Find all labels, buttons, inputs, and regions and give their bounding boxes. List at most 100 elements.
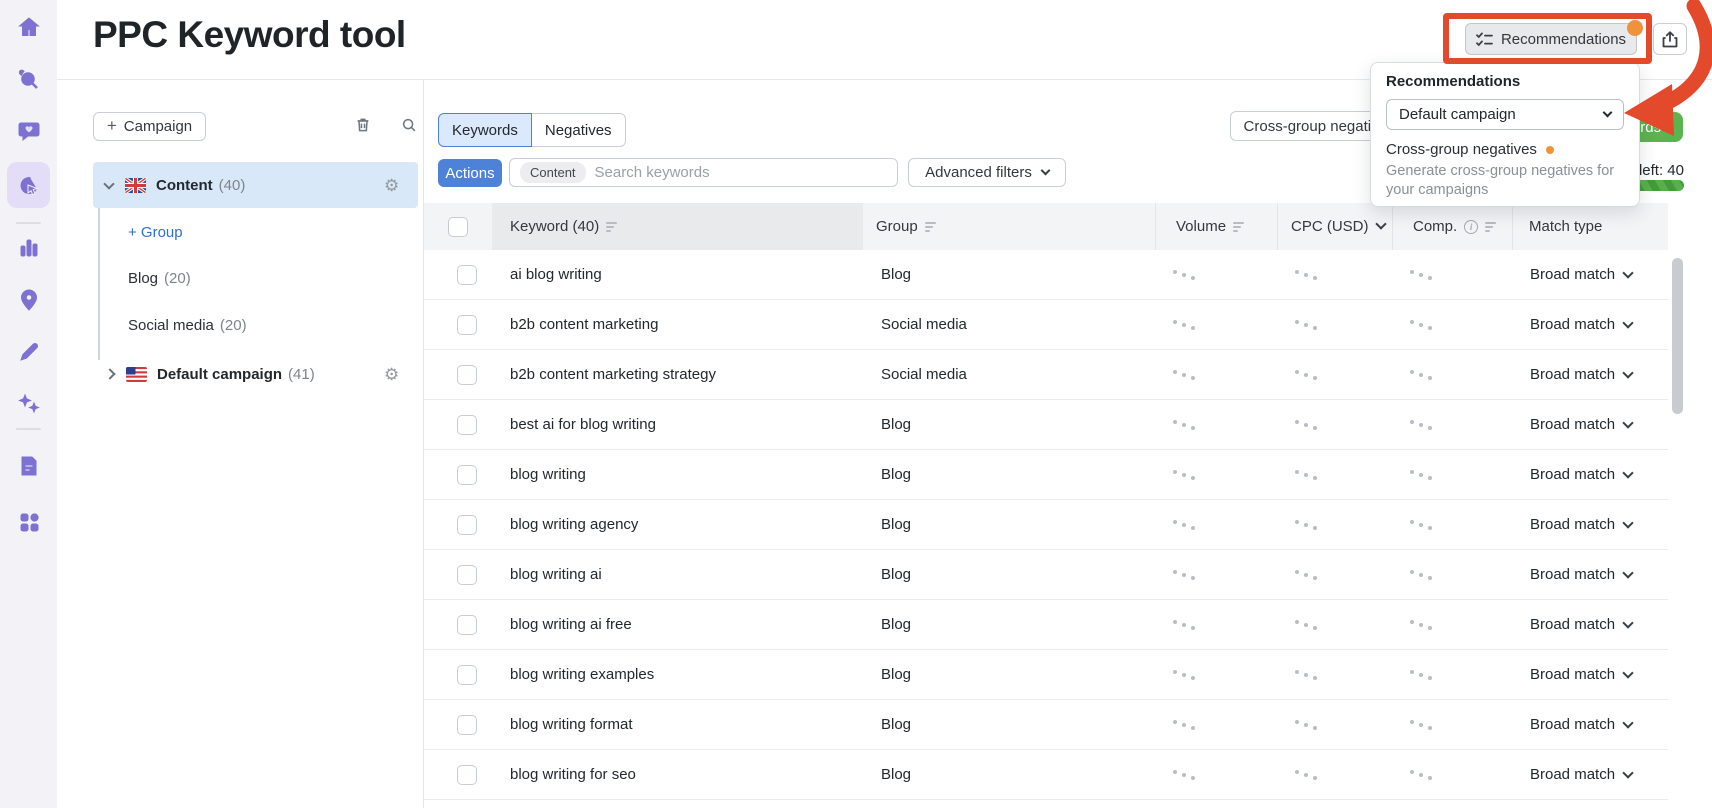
campaign-select[interactable]: Default campaign: [1386, 99, 1624, 130]
volume-loading-dots: [1173, 719, 1199, 731]
volume-loading-dots: [1173, 419, 1199, 431]
match-type-dropdown[interactable]: Broad match: [1512, 350, 1668, 399]
column-header-cpc[interactable]: CPC (USD): [1277, 203, 1392, 250]
feedback-heart-icon[interactable]: [16, 118, 42, 144]
keywords-negatives-tabs: Keywords Negatives: [438, 113, 626, 147]
sort-icon: [924, 221, 936, 232]
app-window: PPC Keyword tool Recommendations + Campa…: [0, 0, 1712, 808]
row-checkbox[interactable]: [457, 464, 477, 485]
cpc-loading-dots: [1295, 719, 1321, 731]
competition-header-label: Comp.: [1413, 218, 1458, 235]
ai-sparkles-icon[interactable]: [16, 391, 42, 417]
keyword-cell: blog writing for seo: [510, 766, 636, 783]
tab-negatives[interactable]: Negatives: [531, 113, 626, 147]
home-icon[interactable]: [16, 14, 42, 40]
match-type-value: Broad match: [1530, 666, 1616, 683]
sort-icon: [606, 221, 618, 232]
keyword-cell: blog writing: [510, 466, 586, 483]
export-button[interactable]: [1653, 23, 1687, 55]
match-type-dropdown[interactable]: Broad match: [1512, 550, 1668, 599]
vertical-scrollbar[interactable]: [1672, 258, 1683, 414]
column-header-volume[interactable]: Volume: [1155, 203, 1277, 250]
edit-pencil-icon[interactable]: [16, 339, 42, 365]
match-type-dropdown[interactable]: Broad match: [1512, 400, 1668, 449]
gear-icon[interactable]: ⚙: [384, 366, 399, 383]
table-row: ai blog writing Blog Broad match: [424, 250, 1668, 300]
campaign-tree-item-default[interactable]: Default campaign (41) ⚙: [93, 352, 418, 396]
column-header-group[interactable]: Group: [863, 203, 1155, 250]
column-header-keyword[interactable]: Keyword (40): [492, 203, 863, 250]
row-checkbox[interactable]: [457, 264, 477, 285]
keyword-cell: best ai for blog writing: [510, 416, 656, 433]
keyword-cell: ai blog writing: [510, 266, 602, 283]
match-type-dropdown[interactable]: Broad match: [1512, 750, 1668, 799]
us-flag-icon: [126, 366, 147, 382]
advanced-filters-dropdown[interactable]: Advanced filters: [908, 158, 1066, 187]
group-item-social-media[interactable]: Social media (20): [128, 317, 247, 334]
tab-negatives-label: Negatives: [544, 121, 612, 139]
match-type-dropdown[interactable]: Broad match: [1512, 650, 1668, 699]
match-type-dropdown[interactable]: Broad match: [1512, 250, 1668, 299]
row-checkbox[interactable]: [457, 614, 477, 635]
campaign-tree-item-content[interactable]: Content (40) ⚙: [93, 162, 418, 208]
reports-document-icon[interactable]: [16, 453, 42, 479]
match-type-dropdown[interactable]: Broad match: [1512, 600, 1668, 649]
chevron-down-icon[interactable]: [103, 177, 115, 190]
keyword-cell: blog writing examples: [510, 666, 655, 683]
add-group-link[interactable]: + Group: [128, 224, 183, 241]
select-all-checkbox[interactable]: [448, 216, 468, 237]
search-icon[interactable]: [399, 115, 419, 135]
row-checkbox[interactable]: [457, 314, 477, 335]
keyword-cell: blog writing ai: [510, 566, 602, 583]
ppc-keyword-tool-icon[interactable]: [16, 173, 42, 199]
keyword-cell: blog writing ai free: [510, 616, 632, 633]
chevron-down-icon: [1040, 165, 1051, 176]
row-checkbox[interactable]: [457, 764, 477, 785]
chevron-down-icon: [1622, 416, 1634, 429]
analytics-bars-icon[interactable]: [16, 235, 42, 261]
research-search-icon[interactable]: [16, 67, 42, 93]
info-icon[interactable]: i: [1464, 219, 1479, 234]
match-type-dropdown[interactable]: Broad match: [1512, 450, 1668, 499]
chevron-down-icon: [1622, 566, 1634, 579]
row-checkbox[interactable]: [457, 564, 477, 585]
chevron-down-icon[interactable]: [1374, 218, 1387, 230]
match-type-value: Broad match: [1530, 316, 1616, 333]
page-title: PPC Keyword tool: [93, 14, 406, 55]
chevron-down-icon: [1622, 616, 1634, 629]
chevron-right-icon[interactable]: [104, 368, 116, 380]
row-checkbox[interactable]: [457, 714, 477, 735]
row-checkbox[interactable]: [457, 514, 477, 535]
match-type-dropdown[interactable]: Broad match: [1512, 300, 1668, 349]
apps-grid-icon[interactable]: [16, 509, 42, 535]
match-type-value: Broad match: [1530, 616, 1616, 633]
row-checkbox[interactable]: [457, 664, 477, 685]
advanced-filters-label: Advanced filters: [925, 164, 1032, 181]
group-item-blog[interactable]: Blog (20): [128, 270, 191, 287]
chevron-down-icon: [1622, 766, 1634, 779]
search-scope-tag[interactable]: Content: [520, 162, 586, 183]
sort-icon: [1485, 221, 1497, 232]
tab-keywords-label: Keywords: [452, 121, 518, 139]
keywords-table: Keyword (40) Group Volume CPC (USD) Comp…: [424, 203, 1668, 800]
trash-icon[interactable]: [353, 115, 373, 135]
new-feature-dot: [1545, 145, 1554, 154]
cpc-loading-dots: [1295, 469, 1321, 481]
search-keywords-input[interactable]: Content Search keywords: [509, 158, 898, 187]
match-type-dropdown[interactable]: Broad match: [1512, 500, 1668, 549]
row-checkbox[interactable]: [457, 364, 477, 385]
location-pin-icon[interactable]: [16, 287, 42, 313]
add-campaign-button[interactable]: + Campaign: [93, 112, 206, 141]
cpc-loading-dots: [1295, 519, 1321, 531]
column-header-competition[interactable]: Comp. i: [1392, 203, 1512, 250]
match-type-dropdown[interactable]: Broad match: [1512, 700, 1668, 749]
group-cell: Blog: [881, 766, 912, 783]
tab-keywords[interactable]: Keywords: [438, 113, 532, 147]
actions-button[interactable]: Actions: [438, 159, 502, 187]
cpc-loading-dots: [1295, 569, 1321, 581]
table-row: blog writing ai free Blog Broad match: [424, 600, 1668, 650]
row-checkbox[interactable]: [457, 414, 477, 435]
cross-group-negatives-option[interactable]: Cross-group negatives: [1386, 141, 1624, 158]
gear-icon[interactable]: ⚙: [384, 177, 399, 194]
match-type-value: Broad match: [1530, 266, 1616, 283]
